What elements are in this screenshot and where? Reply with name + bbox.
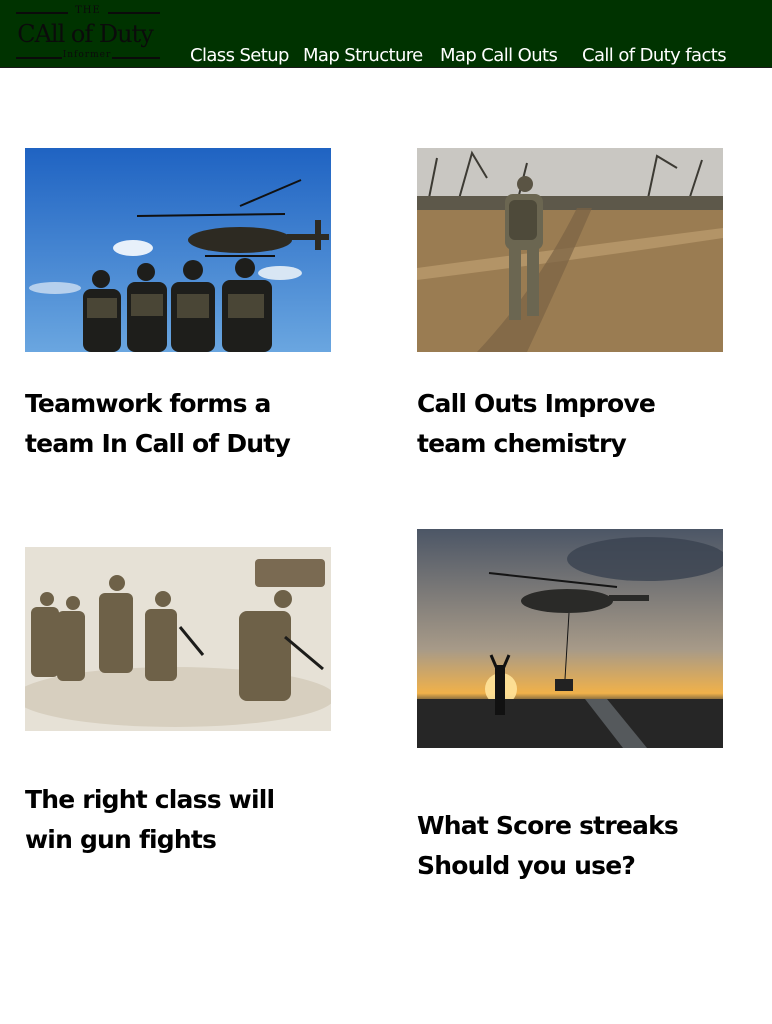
card-title-teamwork[interactable]: Teamwork forms a team In Call of Duty — [25, 384, 355, 464]
card-title-line: Call Outs Improve — [417, 389, 656, 418]
site-logo[interactable]: THE CAll of Duty Informer — [4, 4, 166, 64]
card-image-score-streaks[interactable] — [417, 529, 723, 748]
soldiers-running-sand-photo — [25, 547, 331, 731]
logo-rule — [112, 57, 160, 59]
logo-main-text: CAll of Duty — [17, 20, 154, 48]
nav-link-class-setup[interactable]: Class Setup — [190, 44, 289, 68]
card-title-score-streaks[interactable]: What Score streaks Should you use? — [417, 806, 747, 886]
card-title-line: The right class will — [25, 785, 275, 814]
card-image-call-outs[interactable] — [417, 148, 723, 352]
helicopter-sunset-photo — [417, 529, 723, 748]
nav-link-call-of-duty-facts[interactable]: Call of Duty facts — [582, 44, 727, 68]
nav-link-map-structure[interactable]: Map Structure — [303, 44, 423, 68]
nav-link-map-call-outs[interactable]: Map Call Outs — [440, 44, 558, 68]
card-title-line: team chemistry — [417, 429, 627, 458]
logo-rule — [16, 57, 62, 59]
card-title-call-outs[interactable]: Call Outs Improve team chemistry — [417, 384, 747, 464]
logo-rule — [16, 12, 68, 14]
logo-top-line: THE — [4, 4, 166, 20]
card-title-line: Should you use? — [417, 851, 636, 880]
soldier-field-photo — [417, 148, 723, 352]
card-title-line: team In Call of Duty — [25, 429, 291, 458]
logo-bottom-line: Informer — [4, 50, 166, 64]
card-image-teamwork[interactable] — [25, 148, 331, 352]
soldiers-helicopter-photo — [25, 148, 331, 352]
site-header: THE CAll of Duty Informer Class Setup Ma… — [0, 0, 772, 68]
card-title-line: win gun fights — [25, 825, 217, 854]
card-image-right-class[interactable] — [25, 547, 331, 731]
logo-bottom-text: Informer — [62, 50, 112, 60]
card-title-right-class[interactable]: The right class will win gun fights — [25, 780, 355, 860]
logo-top-text: THE — [75, 5, 101, 16]
logo-rule — [108, 12, 160, 14]
card-title-line: Teamwork forms a — [25, 389, 271, 418]
card-title-line: What Score streaks — [417, 811, 679, 840]
